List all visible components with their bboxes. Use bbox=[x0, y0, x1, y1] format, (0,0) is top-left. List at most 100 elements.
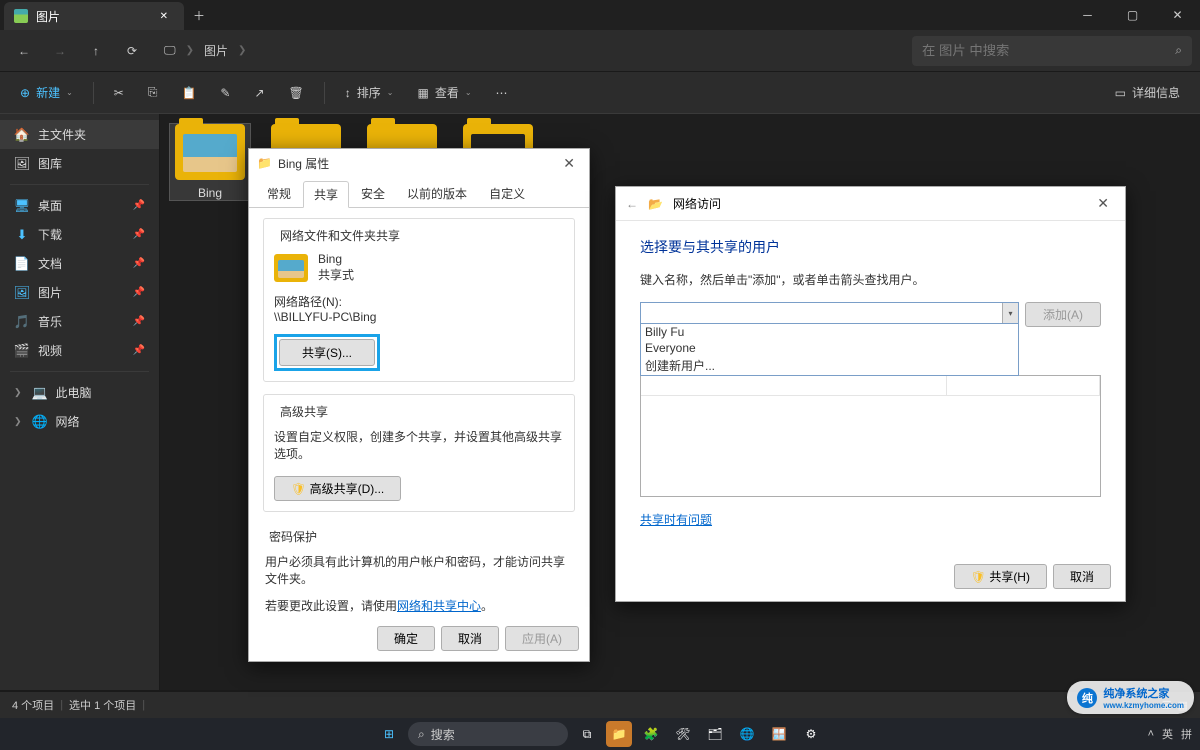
copy-icon: ⎘ bbox=[148, 85, 158, 100]
start-button[interactable]: ⊞ bbox=[376, 721, 402, 747]
breadcrumb-item[interactable]: 图片 bbox=[204, 42, 228, 59]
window-tab[interactable]: 图片 ✕ bbox=[4, 2, 184, 30]
network-icon: 🌐 bbox=[32, 414, 48, 430]
share-button[interactable]: ↗ bbox=[244, 80, 274, 106]
advanced-sharing-button[interactable]: 🛡 高级共享(D)... bbox=[274, 476, 401, 501]
dialog-titlebar[interactable]: 📁 Bing 属性 ✕ bbox=[249, 149, 589, 177]
cut-button[interactable]: ✂ bbox=[104, 80, 134, 106]
back-arrow-icon[interactable]: ← bbox=[626, 197, 638, 211]
search-label: 搜索 bbox=[431, 726, 455, 743]
taskbar-app[interactable]: 🪟 bbox=[766, 721, 792, 747]
sidebar-label: 音乐 bbox=[38, 313, 62, 330]
ok-button[interactable]: 确定 bbox=[377, 626, 435, 651]
cancel-button[interactable]: 取消 bbox=[1053, 564, 1111, 589]
chevron-up-icon[interactable]: ˄ bbox=[1148, 728, 1154, 740]
taskbar-app[interactable]: 📁 bbox=[606, 721, 632, 747]
taskbar-search[interactable]: ⌕ 搜索 bbox=[408, 722, 568, 746]
system-tray[interactable]: ˄ 英 拼 bbox=[1148, 726, 1192, 742]
chevron-down-icon: ⌄ bbox=[465, 88, 472, 97]
trash-icon: 🗑 bbox=[289, 86, 304, 100]
apply-button[interactable]: 应用(A) bbox=[505, 626, 579, 651]
taskview-icon[interactable]: ⧉ bbox=[574, 721, 600, 747]
search-icon[interactable]: ⌕ bbox=[1175, 43, 1182, 58]
chevron-right-icon: ❯ bbox=[238, 45, 246, 56]
sidebar-item-home[interactable]: 🏠 主文件夹 bbox=[0, 120, 159, 149]
back-button[interactable]: ← bbox=[8, 35, 40, 67]
tab-previous[interactable]: 以前的版本 bbox=[397, 181, 477, 207]
taskbar-app[interactable]: 🛠 bbox=[670, 721, 696, 747]
sidebar-item-documents[interactable]: 📄文档📌 bbox=[0, 249, 159, 278]
sidebar-item-network[interactable]: ❯🌐网络 bbox=[0, 407, 159, 436]
view-button[interactable]: ▦ 查看 ⌄ bbox=[407, 78, 481, 107]
share-button[interactable]: 共享(S)... bbox=[279, 339, 375, 366]
dropdown-option[interactable]: Everyone bbox=[641, 340, 1018, 356]
sidebar-item-gallery[interactable]: 🖼 图库 bbox=[0, 149, 159, 178]
forward-button[interactable]: → bbox=[44, 35, 76, 67]
breadcrumb[interactable]: 🖵 ❯ 图片 ❯ bbox=[164, 42, 246, 59]
search-input[interactable] bbox=[922, 43, 1175, 58]
trouble-sharing-link[interactable]: 共享时有问题 bbox=[640, 513, 712, 527]
sidebar-item-thispc[interactable]: ❯💻此电脑 bbox=[0, 378, 159, 407]
minimize-button[interactable]: ─ bbox=[1065, 0, 1110, 30]
share-confirm-button[interactable]: 🛡 共享(H) bbox=[954, 564, 1047, 589]
tab-security[interactable]: 安全 bbox=[351, 181, 395, 207]
tab-customize[interactable]: 自定义 bbox=[479, 181, 535, 207]
close-icon[interactable]: ✕ bbox=[1091, 195, 1115, 212]
column-permission[interactable] bbox=[947, 376, 1100, 395]
dialog-body: 选择要与其共享的用户 键入名称，然后单击"添加"，或者单击箭头查找用户。 ▾ 添… bbox=[616, 221, 1125, 544]
ime-mode[interactable]: 拼 bbox=[1181, 726, 1192, 742]
search-box[interactable]: ⌕ bbox=[912, 36, 1192, 66]
gallery-icon: 🖼 bbox=[14, 156, 30, 172]
ime-indicator[interactable]: 英 bbox=[1162, 726, 1173, 742]
details-pane-button[interactable]: ▭ 详细信息 bbox=[1105, 78, 1190, 107]
music-icon: 🎵 bbox=[14, 314, 30, 330]
refresh-button[interactable]: ⟳ bbox=[116, 35, 148, 67]
share-button-highlight: 共享(S)... bbox=[274, 334, 380, 371]
paste-button[interactable]: 📋 bbox=[171, 80, 206, 106]
taskbar-app[interactable]: ⚙ bbox=[798, 721, 824, 747]
user-list[interactable] bbox=[640, 375, 1101, 497]
dialog-titlebar[interactable]: ← 📂 网络访问 ✕ bbox=[616, 187, 1125, 221]
add-button[interactable]: 添加(A) bbox=[1025, 302, 1101, 327]
user-combo[interactable]: ▾ bbox=[640, 302, 1019, 324]
pictures-icon bbox=[14, 9, 28, 23]
sidebar-item-downloads[interactable]: ⬇下载📌 bbox=[0, 220, 159, 249]
dialog-title: 网络访问 bbox=[673, 195, 721, 212]
taskbar: ⊞ ⌕ 搜索 ⧉ 📁 🧩 🛠 🗂 🌐 🪟 ⚙ ˄ 英 拼 bbox=[0, 718, 1200, 750]
network-center-link[interactable]: 网络和共享中心 bbox=[397, 599, 481, 613]
close-button[interactable]: ✕ bbox=[1155, 0, 1200, 30]
delete-button[interactable]: 🗑 bbox=[279, 80, 314, 106]
dropdown-option[interactable]: Billy Fu bbox=[641, 324, 1018, 340]
tab-close-icon[interactable]: ✕ bbox=[154, 9, 174, 24]
sidebar-item-pictures[interactable]: 🖼图片📌 bbox=[0, 278, 159, 307]
pictures-icon: 🖼 bbox=[14, 285, 30, 301]
sidebar-item-music[interactable]: 🎵音乐📌 bbox=[0, 307, 159, 336]
group-label: 密码保护 bbox=[265, 528, 321, 545]
close-icon[interactable]: ✕ bbox=[557, 155, 581, 172]
taskbar-app[interactable]: 🧩 bbox=[638, 721, 664, 747]
maximize-button[interactable]: ▢ bbox=[1110, 0, 1155, 30]
sidebar-label: 此电脑 bbox=[56, 384, 92, 401]
tab-sharing[interactable]: 共享 bbox=[303, 181, 349, 208]
user-input[interactable] bbox=[641, 303, 1002, 323]
taskbar-app[interactable]: 🌐 bbox=[734, 721, 760, 747]
sidebar-item-desktop[interactable]: 🖥桌面📌 bbox=[0, 191, 159, 220]
more-button[interactable]: ⋯ bbox=[486, 80, 518, 106]
pc-icon: 💻 bbox=[32, 385, 48, 401]
cancel-button[interactable]: 取消 bbox=[441, 626, 499, 651]
rename-button[interactable]: ✎ bbox=[210, 80, 240, 106]
taskbar-app[interactable]: 🗂 bbox=[702, 721, 728, 747]
up-button[interactable]: ↑ bbox=[80, 35, 112, 67]
new-tab-button[interactable]: ＋ bbox=[184, 0, 214, 30]
chevron-right-icon: ❯ bbox=[14, 416, 22, 427]
tab-general[interactable]: 常规 bbox=[257, 181, 301, 207]
advanced-sharing-group: 高级共享 设置自定义权限，创建多个共享，并设置其他高级共享选项。 🛡 高级共享(… bbox=[263, 394, 575, 512]
new-button[interactable]: ⊕ 新建 ⌄ bbox=[10, 78, 83, 107]
folder-item-bing[interactable]: Bing bbox=[170, 124, 250, 200]
sort-button[interactable]: ↕ 排序 ⌄ bbox=[335, 78, 404, 107]
sidebar-item-videos[interactable]: 🎬视频📌 bbox=[0, 336, 159, 365]
copy-button[interactable]: ⎘ bbox=[138, 79, 168, 106]
column-name[interactable] bbox=[641, 376, 947, 395]
chevron-down-icon[interactable]: ▾ bbox=[1002, 303, 1018, 323]
dropdown-option[interactable]: 创建新用户... bbox=[641, 356, 1018, 375]
